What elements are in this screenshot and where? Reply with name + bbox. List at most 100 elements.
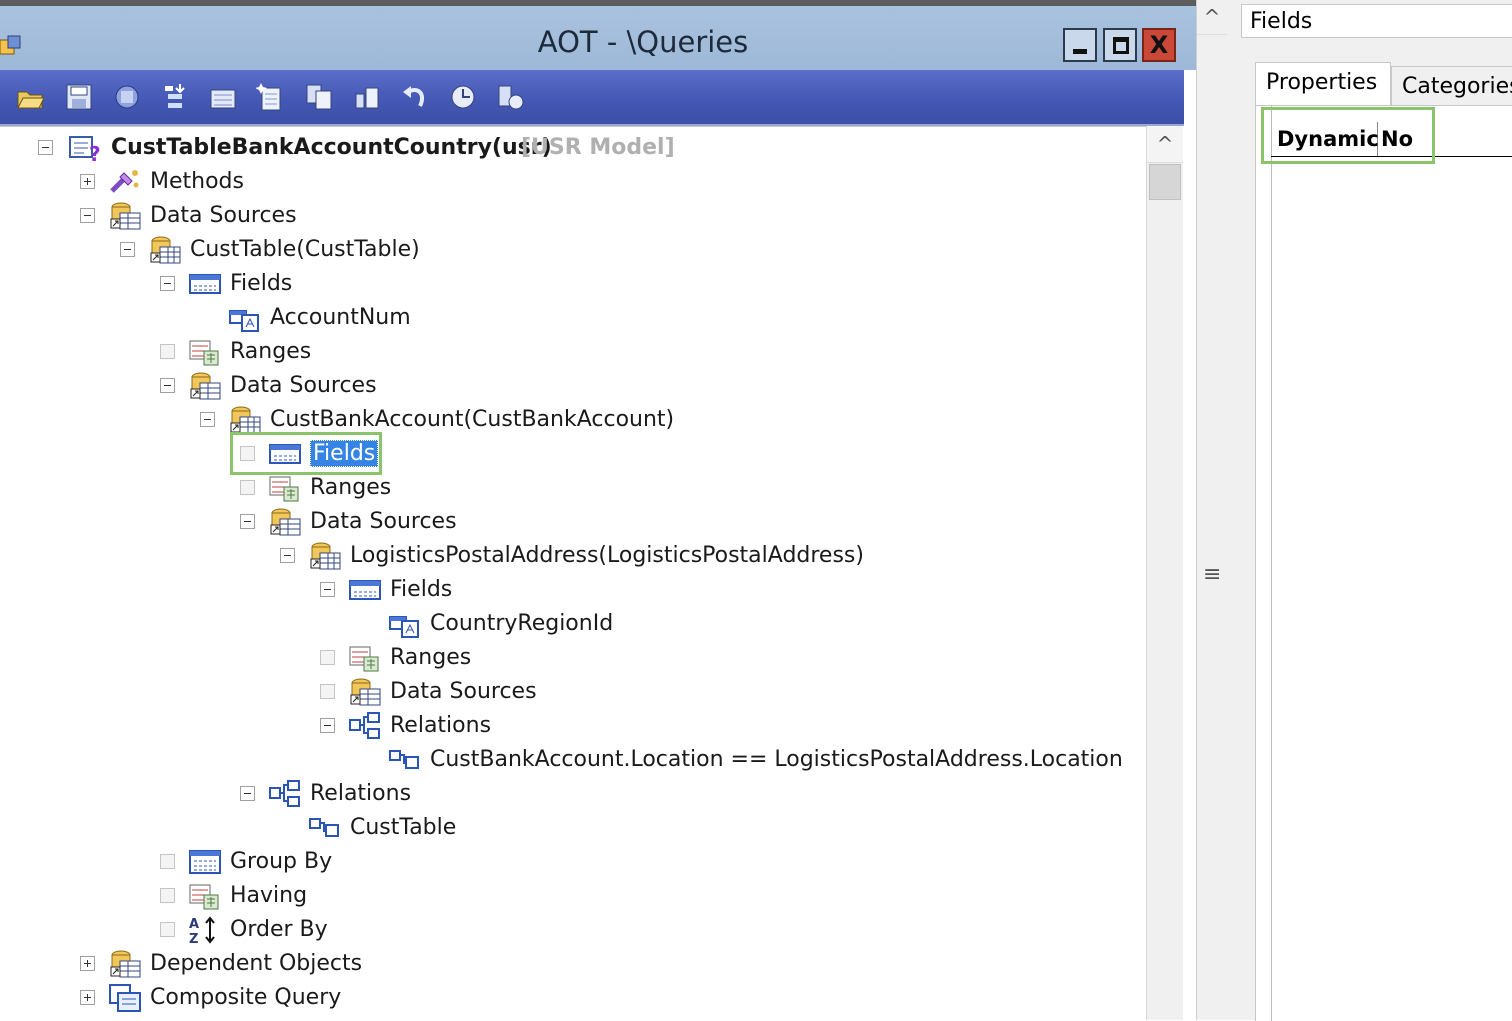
empty-toggle[interactable] — [320, 684, 335, 699]
tree-node-group-by[interactable]: Group By — [0, 845, 1140, 879]
methods-icon — [108, 167, 142, 197]
tree-node-data-sources[interactable]: Data Sources — [0, 199, 1140, 233]
collapse-toggle[interactable] — [80, 208, 95, 223]
save-icon[interactable] — [64, 82, 94, 112]
svg-text:?: ? — [89, 142, 101, 163]
import-icon[interactable] — [160, 82, 190, 112]
duplicate-icon[interactable] — [304, 82, 334, 112]
tree-node-order-by[interactable]: A Z Order By — [0, 913, 1140, 947]
collapse-toggle[interactable] — [320, 582, 335, 597]
tree-node-label: Relations — [310, 781, 412, 806]
tree-node-label: Data Sources — [150, 203, 297, 228]
collapse-toggle[interactable] — [160, 276, 175, 291]
grip-icon[interactable]: ≡ — [1203, 562, 1221, 587]
empty-toggle[interactable] — [160, 854, 175, 869]
collapse-toggle[interactable] — [120, 242, 135, 257]
tree-node-methods[interactable]: Methods — [0, 165, 1140, 199]
data-sources-icon — [268, 507, 302, 537]
tree-node-relations[interactable]: Relations — [0, 709, 1140, 743]
restore-icon[interactable] — [496, 82, 526, 112]
empty-toggle[interactable] — [160, 344, 175, 359]
compile-icon[interactable] — [112, 82, 142, 112]
tree-node-fields[interactable]: Fields — [0, 267, 1140, 301]
tree-node-label: CustTable(CustTable) — [190, 237, 420, 262]
empty-toggle[interactable] — [160, 888, 175, 903]
collapse-toggle[interactable] — [200, 412, 215, 427]
aot-tree[interactable]: ? CustTableBankAccountCountry(usr) [USR … — [0, 126, 1146, 1020]
minimize-button[interactable] — [1063, 28, 1097, 62]
collapse-toggle[interactable] — [38, 140, 53, 155]
table-icon — [148, 235, 182, 265]
close-icon: X — [1149, 31, 1169, 59]
empty-toggle[interactable] — [240, 480, 255, 495]
splitter[interactable]: ^ ≡ — [1196, 0, 1230, 1020]
tab-categories[interactable]: Categories — [1391, 66, 1512, 106]
tree-node-ranges[interactable]: Ranges — [0, 641, 1140, 675]
selected-node-label[interactable]: Fields — [310, 440, 379, 467]
open-icon[interactable] — [16, 82, 46, 112]
tree-node-having[interactable]: Having — [0, 879, 1140, 913]
maximize-button[interactable] — [1103, 28, 1137, 62]
tree-node-label: LogisticsPostalAddress(LogisticsPostalAd… — [350, 543, 864, 568]
tree-node-custtable[interactable]: CustTable(CustTable) — [0, 233, 1140, 267]
tree-node-label: Ranges — [310, 475, 392, 500]
order-by-icon: AZ — [188, 915, 222, 945]
group-by-icon — [188, 847, 222, 877]
tree-node-label: Data Sources — [390, 679, 537, 704]
tree-node-relation[interactable]: CustTable — [0, 811, 1140, 845]
empty-toggle[interactable] — [240, 446, 255, 461]
tree-node-relation[interactable]: CustBankAccount.Location == LogisticsPos… — [0, 743, 1140, 777]
property-sheet: Fields Properties Categories Dynamic No — [1229, 0, 1512, 1021]
tree-node-field[interactable]: AccountNum — [0, 301, 1140, 335]
tree-node-logisticspostaladdress[interactable]: LogisticsPostalAddress(LogisticsPostalAd… — [0, 539, 1140, 573]
field-icon — [228, 303, 262, 333]
collapse-toggle[interactable] — [240, 786, 255, 801]
data-sources-icon — [188, 371, 222, 401]
scroll-thumb[interactable] — [1149, 164, 1181, 200]
tree-node-custbankaccount[interactable]: CustBankAccount(CustBankAccount) — [0, 403, 1140, 437]
collapse-toggle[interactable] — [280, 548, 295, 563]
chevron-up-icon[interactable]: ^ — [1197, 0, 1227, 35]
tree-node-dependent-objects[interactable]: Dependent Objects — [0, 947, 1140, 981]
tree-node-data-sources[interactable]: Data Sources — [0, 369, 1140, 403]
undo-icon[interactable] — [400, 82, 430, 112]
tree-node-fields[interactable]: Fields — [0, 573, 1140, 607]
find-icon[interactable] — [448, 82, 478, 112]
tree-node-fields-selected[interactable]: Fields — [0, 437, 1140, 471]
tree-node-data-sources[interactable]: Data Sources — [0, 675, 1140, 709]
new-icon[interactable] — [256, 82, 286, 112]
scroll-up-button[interactable]: ^ — [1147, 126, 1183, 163]
empty-toggle[interactable] — [160, 922, 175, 937]
tree-node-root[interactable]: ? CustTableBankAccountCountry(usr) [USR … — [0, 131, 700, 165]
tree-node-field[interactable]: CountryRegionId — [0, 607, 1140, 641]
toolbar — [0, 70, 1184, 126]
properties-icon[interactable] — [208, 82, 238, 112]
expand-toggle[interactable] — [80, 990, 95, 1005]
tree-node-label: Relations — [390, 713, 492, 738]
table-icon — [308, 541, 342, 571]
collapse-toggle[interactable] — [320, 718, 335, 733]
tree-node-label: CustTableBankAccountCountry(usr) — [111, 135, 552, 160]
collapse-toggle[interactable] — [240, 514, 255, 529]
tree-node-label: Order By — [230, 917, 328, 942]
composite-query-icon — [108, 983, 142, 1013]
close-button[interactable]: X — [1142, 28, 1176, 62]
property-row-dynamic[interactable]: Dynamic No — [1271, 122, 1512, 157]
tree-node-label: Data Sources — [310, 509, 457, 534]
collapse-toggle[interactable] — [160, 378, 175, 393]
expand-toggle[interactable] — [80, 174, 95, 189]
tree-scrollbar[interactable]: ^ — [1146, 126, 1183, 1020]
tree-node-relations[interactable]: Relations — [0, 777, 1140, 811]
tree-node-data-sources[interactable]: Data Sources — [0, 505, 1140, 539]
empty-toggle[interactable] — [320, 650, 335, 665]
tree-node-ranges[interactable]: Ranges — [0, 335, 1140, 369]
tree-node-ranges[interactable]: Ranges — [0, 471, 1140, 505]
layers-icon[interactable] — [352, 82, 382, 112]
expand-toggle[interactable] — [80, 956, 95, 971]
tab-properties[interactable]: Properties — [1255, 62, 1391, 106]
property-value[interactable]: No — [1377, 122, 1413, 156]
property-sheet-title: Fields — [1250, 9, 1313, 34]
relations-icon — [268, 779, 302, 809]
tree-node-label: AccountNum — [270, 305, 411, 330]
tree-node-composite-query[interactable]: Composite Query — [0, 981, 1140, 1015]
